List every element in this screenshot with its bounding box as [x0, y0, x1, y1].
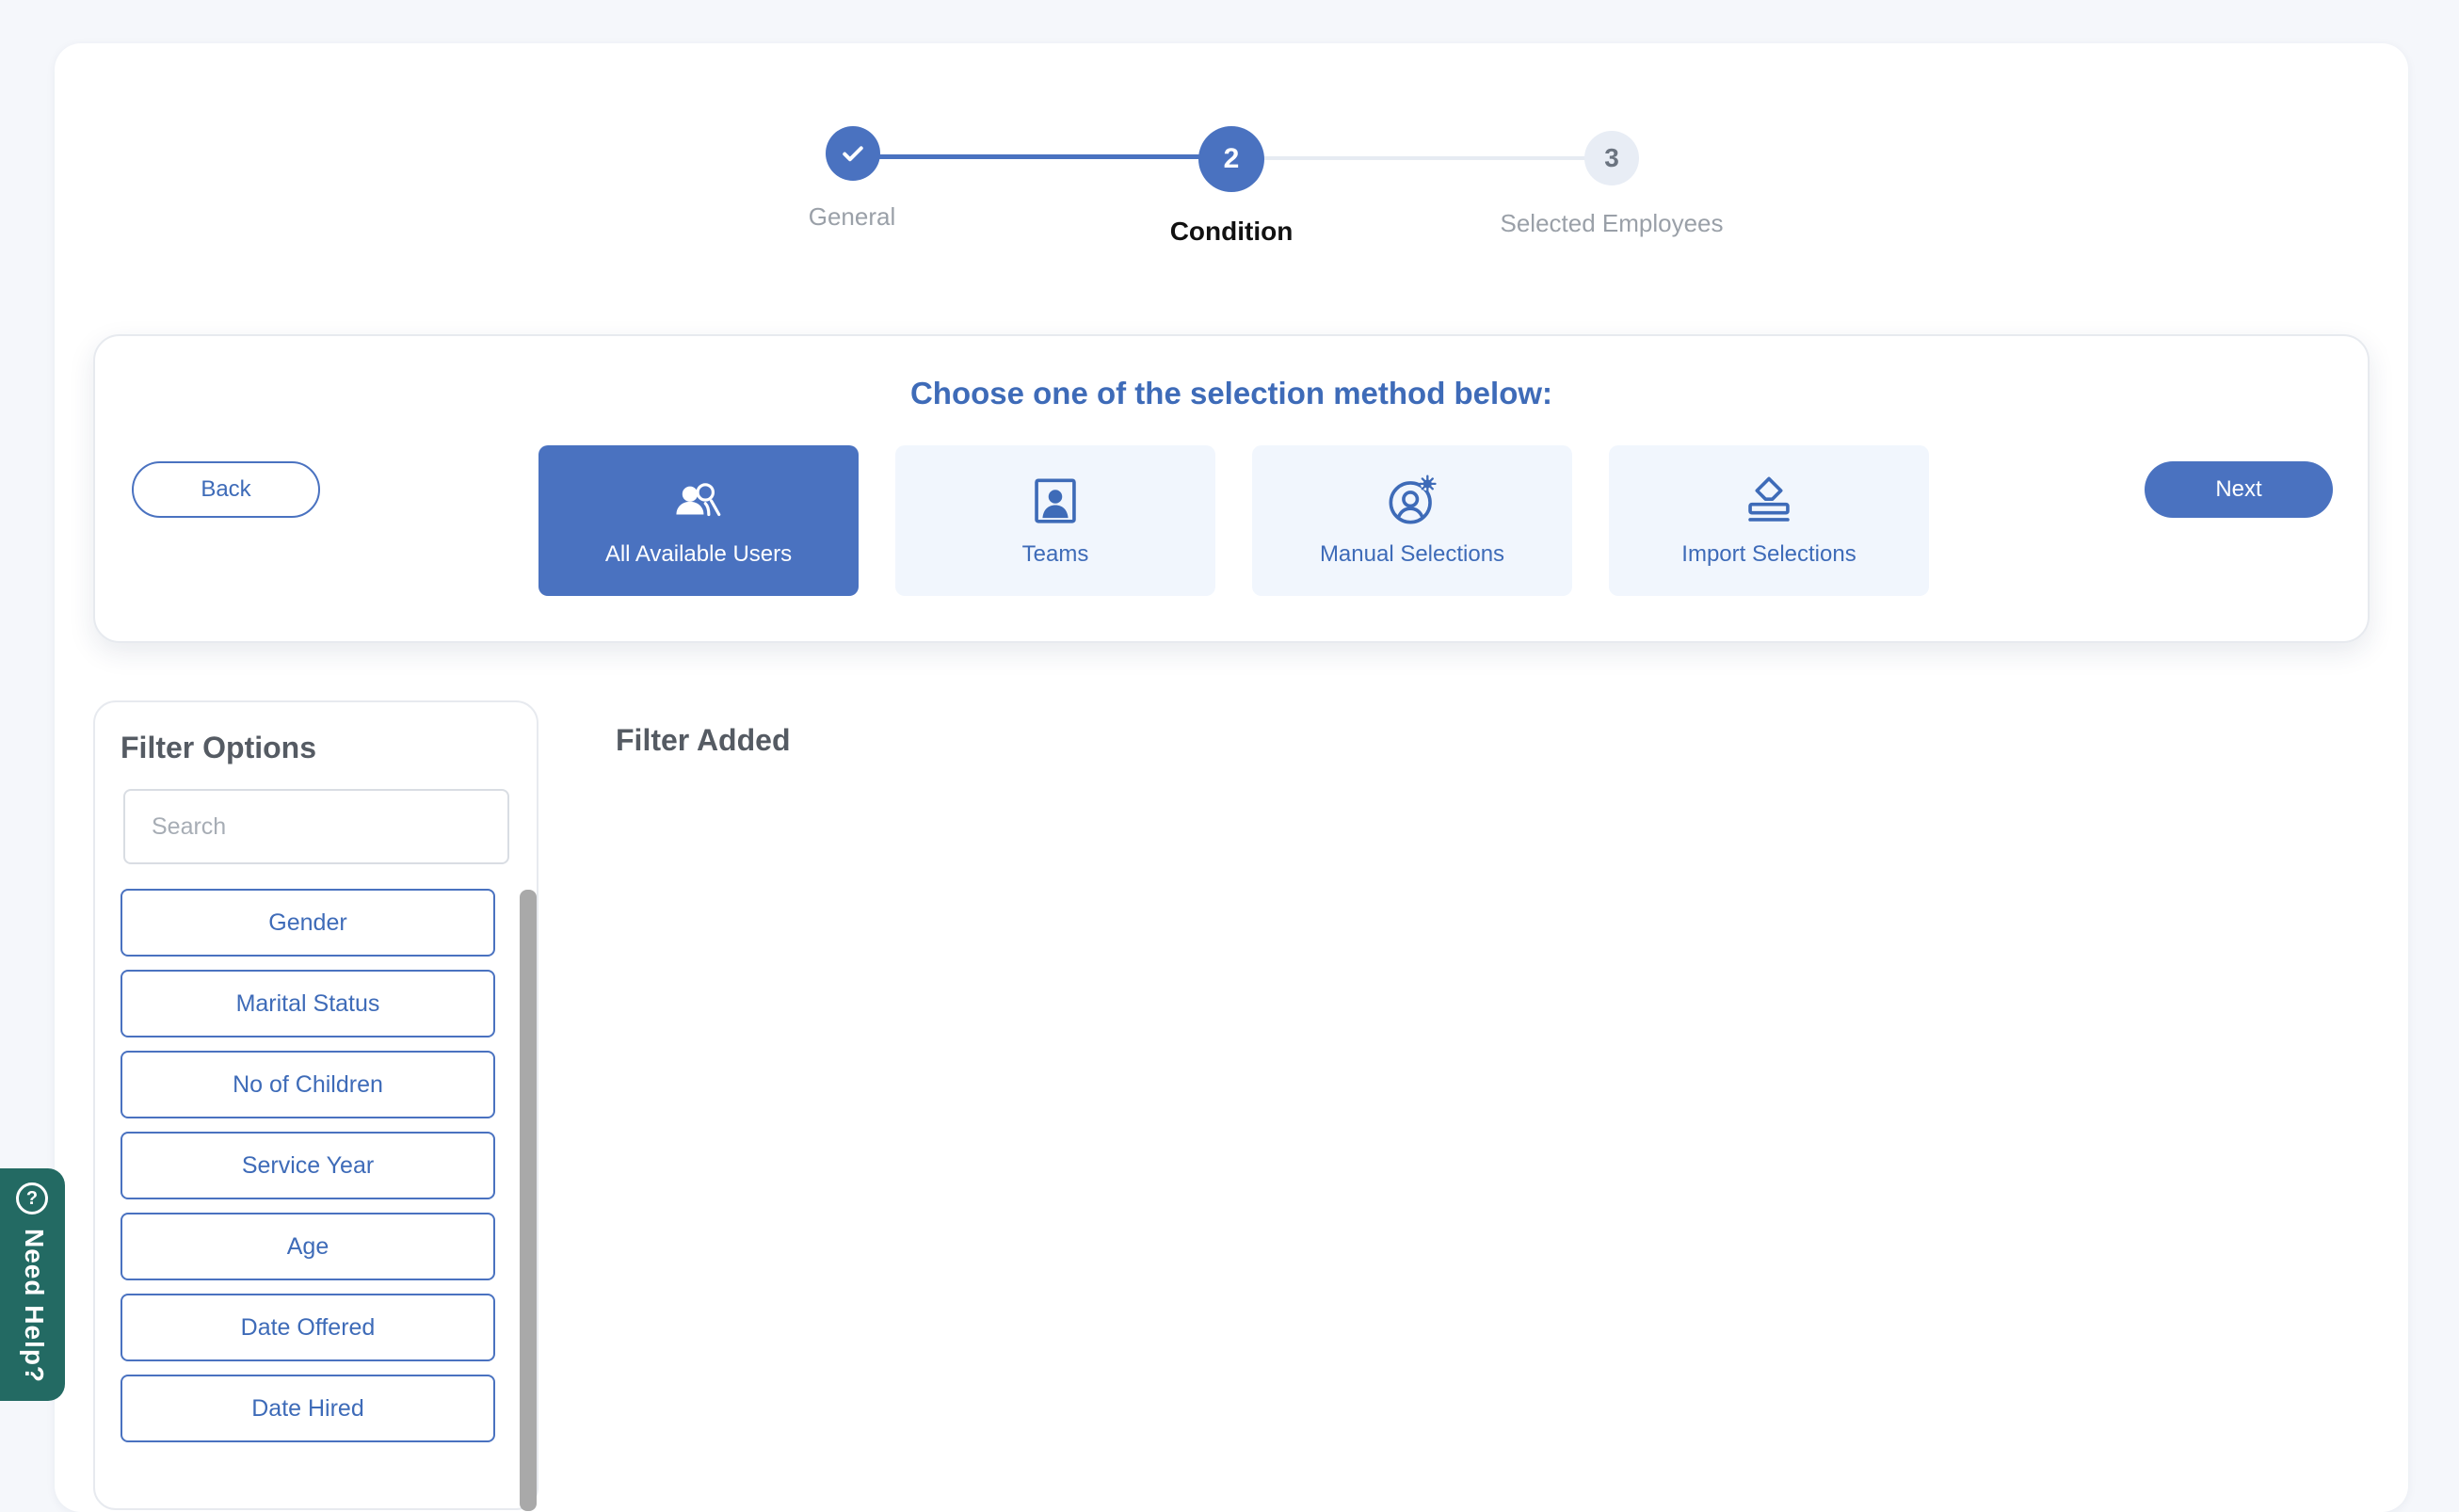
- selection-method-panel: Choose one of the selection method below…: [93, 334, 2370, 643]
- filter-search-input[interactable]: [123, 789, 509, 864]
- filter-option-age[interactable]: Age: [121, 1213, 495, 1280]
- method-import-selections[interactable]: Import Selections: [1609, 445, 1929, 596]
- step-general-label: General: [808, 202, 896, 231]
- stepper-progress-pending: [1231, 156, 1611, 160]
- next-button[interactable]: Next: [2145, 461, 2333, 518]
- method-import-selections-label: Import Selections: [1681, 541, 1856, 567]
- back-button[interactable]: Back: [132, 461, 320, 518]
- import-stamp-icon: [1748, 476, 1790, 522]
- step-condition-label: Condition: [1169, 217, 1294, 246]
- filter-option-no-of-children[interactable]: No of Children: [121, 1051, 495, 1118]
- question-circle-icon: ?: [16, 1182, 48, 1214]
- users-icon: [676, 483, 721, 517]
- filter-options-panel: Filter Options Gender Marital Status No …: [93, 700, 538, 1511]
- stepper-progress-done: [852, 154, 1231, 159]
- filter-option-date-offered[interactable]: Date Offered: [121, 1294, 495, 1361]
- filter-added-title: Filter Added: [616, 723, 791, 757]
- step-selected-employees-circle[interactable]: 3: [1584, 131, 1639, 185]
- method-manual-selections-label: Manual Selections: [1319, 541, 1505, 567]
- filter-options-title: Filter Options: [121, 731, 316, 764]
- method-teams-label: Teams: [1021, 541, 1089, 567]
- team-portrait-icon: [1035, 478, 1076, 523]
- user-gear-icon: [1389, 475, 1437, 524]
- method-manual-selections[interactable]: Manual Selections: [1252, 445, 1572, 596]
- need-help-label: Need Help?: [20, 1229, 49, 1384]
- checkmark-icon: [843, 146, 863, 162]
- method-all-available-users-label: All Available Users: [604, 541, 793, 567]
- step-condition-circle[interactable]: 2: [1198, 126, 1264, 192]
- filter-option-gender[interactable]: Gender: [121, 889, 495, 957]
- filter-option-list: Gender Marital Status No of Children Ser…: [121, 889, 495, 1456]
- filter-options-scrollbar[interactable]: [520, 890, 537, 1511]
- filter-option-service-year[interactable]: Service Year: [121, 1132, 495, 1199]
- need-help-tab[interactable]: ? Need Help?: [0, 1168, 65, 1401]
- filter-option-date-hired[interactable]: Date Hired: [121, 1375, 495, 1442]
- step-general-circle[interactable]: [826, 126, 880, 181]
- step-selected-employees-label: Selected Employees: [1500, 209, 1724, 237]
- selection-method-title: Choose one of the selection method below…: [909, 376, 1553, 410]
- method-all-available-users[interactable]: All Available Users: [538, 445, 859, 596]
- method-teams[interactable]: Teams: [895, 445, 1215, 596]
- filter-option-marital-status[interactable]: Marital Status: [121, 970, 495, 1037]
